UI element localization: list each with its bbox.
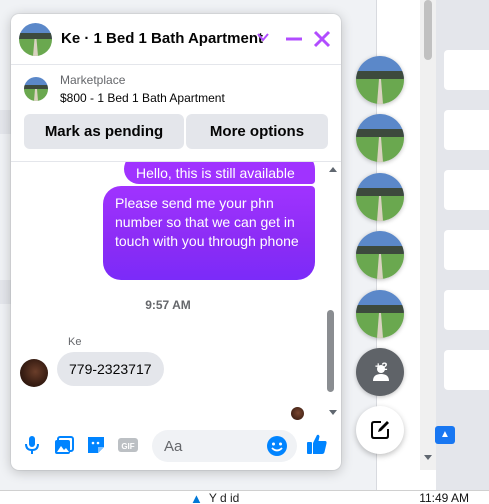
scroll-down-arrow[interactable]: [329, 410, 337, 415]
message-list[interactable]: Hello, this is still available Please se…: [11, 162, 341, 420]
more-chats-count: +2: [375, 361, 388, 373]
marketplace-label: Marketplace: [60, 73, 126, 87]
photo-icon[interactable]: [53, 434, 75, 456]
chat-avatar[interactable]: [19, 23, 52, 56]
chat-head[interactable]: [356, 114, 404, 162]
incoming-message[interactable]: 779-2323717: [57, 352, 164, 386]
background-card: [444, 170, 489, 210]
message-input-placeholder: Aa: [164, 438, 183, 455]
listing-thumbnail[interactable]: [24, 77, 48, 101]
svg-text:GIF: GIF: [121, 442, 134, 451]
more-chats-button[interactable]: +2: [356, 348, 404, 396]
microphone-icon[interactable]: [21, 434, 43, 456]
background-card: [444, 230, 489, 270]
background-card: [444, 350, 489, 390]
taskbar: ▲ Y d id 11:49 AM: [0, 490, 489, 504]
chat-head[interactable]: [356, 290, 404, 338]
like-icon[interactable]: [305, 432, 329, 456]
minimize-icon[interactable]: [283, 30, 305, 48]
chat-window: Ke · 1 Bed 1 Bath Apartment Marketplace …: [11, 14, 341, 470]
page-scrollbar-thumb[interactable]: [424, 0, 432, 60]
sender-name: Ke: [68, 336, 82, 348]
background-blue-button[interactable]: ▲: [435, 426, 455, 444]
scroll-up-arrow[interactable]: [329, 167, 337, 172]
message-composer: GIF Aa: [11, 420, 341, 470]
chat-head[interactable]: [356, 173, 404, 221]
sticker-icon[interactable]: [85, 434, 107, 456]
message-scrollbar-thumb[interactable]: [327, 310, 334, 392]
more-options-button[interactable]: More options: [186, 114, 328, 149]
compose-icon: [371, 421, 389, 439]
background-card: [444, 290, 489, 330]
chat-head[interactable]: [356, 56, 404, 104]
chat-title[interactable]: Ke · 1 Bed 1 Bath Apartment: [61, 30, 263, 47]
taskbar-text: Y d id: [208, 491, 240, 504]
emoji-icon[interactable]: [266, 435, 288, 457]
clock[interactable]: 11:49 AM: [419, 491, 469, 504]
background-card: [444, 110, 489, 150]
chat-header[interactable]: Ke · 1 Bed 1 Bath Apartment: [11, 14, 341, 64]
app-icon[interactable]: ▲: [190, 491, 203, 504]
marketplace-panel: Marketplace $800 - 1 Bed 1 Bath Apartmen…: [11, 64, 341, 162]
gif-icon[interactable]: GIF: [117, 434, 139, 456]
outgoing-message[interactable]: Please send me your phn number so that w…: [103, 186, 315, 280]
message-timestamp: 9:57 AM: [145, 298, 191, 312]
message-input[interactable]: Aa: [152, 430, 297, 462]
chevron-down-icon[interactable]: [256, 30, 270, 44]
taskbar-items: ▲ Y d id: [190, 491, 239, 504]
mark-as-pending-button[interactable]: Mark as pending: [24, 114, 184, 149]
listing-title[interactable]: $800 - 1 Bed 1 Bath Apartment: [60, 91, 225, 105]
background-card: [444, 50, 489, 90]
outgoing-message[interactable]: Hello, this is still available: [124, 162, 315, 184]
chat-head[interactable]: [356, 231, 404, 279]
new-message-button[interactable]: [356, 406, 404, 454]
close-icon[interactable]: [311, 28, 333, 50]
page-scrollbar[interactable]: [420, 0, 436, 470]
seen-indicator-avatar: [291, 407, 304, 420]
sender-avatar[interactable]: [20, 359, 48, 387]
page-scroll-down-arrow[interactable]: [424, 455, 432, 460]
